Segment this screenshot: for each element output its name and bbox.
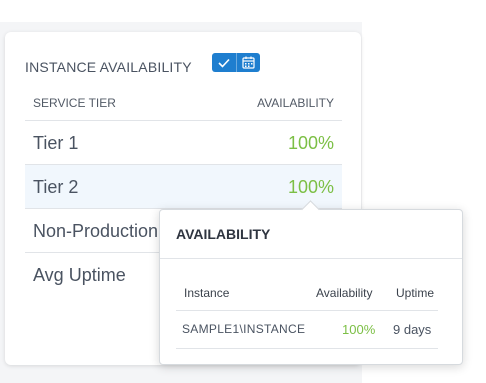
instance-uptime: 9 days xyxy=(393,322,432,337)
check-icon xyxy=(218,58,230,68)
availability-tooltip: AVAILABILITY Instance Availability Uptim… xyxy=(159,200,463,365)
instance-availability: 100% xyxy=(342,322,376,337)
calendar-view-button[interactable] xyxy=(235,53,261,72)
column-header-availability: Availability xyxy=(316,286,373,300)
tooltip-table-row: SAMPLE1\INSTANCE 100% 9 days xyxy=(176,310,438,349)
table-row[interactable]: Tier 1 100% xyxy=(25,121,342,165)
row-name: Tier 2 xyxy=(33,177,79,197)
column-header-instance: Instance xyxy=(184,286,230,300)
row-name: Tier 1 xyxy=(33,133,79,153)
row-name: Non-Production xyxy=(33,221,159,241)
column-header-availability: AVAILABILITY xyxy=(257,96,334,110)
row-value: 100% xyxy=(287,133,334,153)
calendar-icon xyxy=(242,56,255,69)
table-row[interactable]: Tier 2 100% xyxy=(25,165,342,209)
column-header-service-tier: SERVICE TIER xyxy=(33,96,116,110)
column-header-uptime: Uptime xyxy=(396,286,435,300)
tooltip-title: AVAILABILITY xyxy=(176,226,271,242)
table-header: SERVICE TIER AVAILABILITY xyxy=(25,92,342,121)
row-name: Avg Uptime xyxy=(33,265,126,285)
tooltip-divider xyxy=(160,258,462,259)
view-toggle[interactable] xyxy=(212,53,260,72)
instance-name: SAMPLE1\INSTANCE xyxy=(182,322,306,336)
row-value: 100% xyxy=(287,177,334,197)
check-view-button[interactable] xyxy=(212,53,236,72)
tooltip-table-header: Instance Availability Uptime xyxy=(176,284,438,311)
card-title: INSTANCE AVAILABILITY xyxy=(25,59,192,75)
